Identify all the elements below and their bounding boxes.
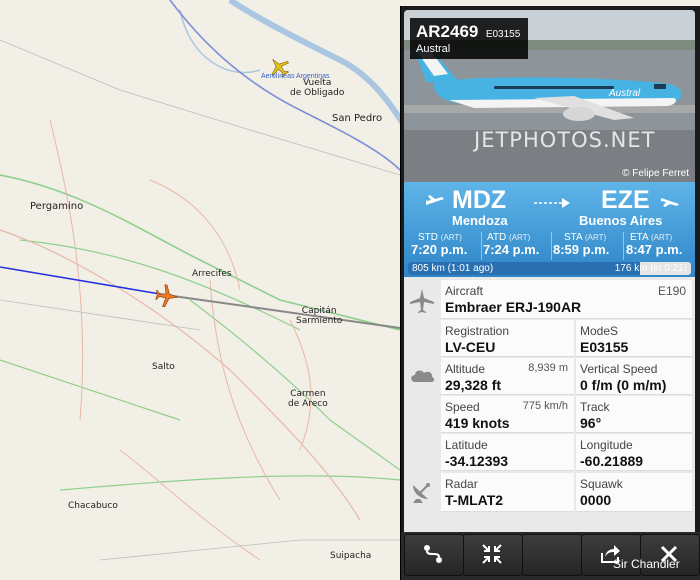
city-san-pedro: San Pedro bbox=[332, 113, 383, 124]
cloud-icon bbox=[411, 370, 435, 382]
route-header: MDZ Mendoza EZE Buenos Aires STD (ART) 7… bbox=[404, 182, 695, 277]
city-line: de Obligado bbox=[290, 88, 345, 98]
altitude-value: 29,328 ft bbox=[445, 377, 502, 393]
city-capitan-sarmiento: Capitán Sarmiento bbox=[296, 306, 342, 326]
speed-metric: 775 km/h bbox=[522, 400, 568, 412]
user-name: Sir Chandler bbox=[613, 557, 680, 571]
route-button[interactable] bbox=[404, 534, 464, 576]
distance-remaining: 176 km (in 0:21) bbox=[614, 263, 687, 274]
empty-toolbar-button[interactable] bbox=[522, 534, 582, 576]
tracked-aircraft-icon[interactable] bbox=[155, 284, 179, 313]
aircraft-label: Aircraft bbox=[445, 284, 484, 298]
aircraft-code: E190 bbox=[657, 284, 686, 298]
callsign-box: AR2469 E03155 Austral bbox=[410, 18, 529, 59]
city-salto: Salto bbox=[152, 362, 175, 372]
collapse-arrows-icon bbox=[482, 544, 502, 564]
svg-text:Austral: Austral bbox=[608, 88, 641, 99]
radar-label: Radar bbox=[445, 477, 478, 491]
airline-name: Austral bbox=[416, 43, 451, 55]
latitude-value: -34.12393 bbox=[445, 453, 509, 469]
destination-code: EZE bbox=[601, 186, 650, 214]
flight-progress-bar: 805 km (1:01 ago) 176 km (in 0:21) bbox=[408, 262, 691, 275]
speed-value: 419 knots bbox=[445, 415, 510, 431]
track-cell: Track 96° bbox=[576, 396, 692, 433]
altitude-cell: Altitude 8,939 m 29,328 ft bbox=[441, 358, 574, 395]
city-carmen-de-areco: Carmen de Areco bbox=[288, 389, 328, 409]
atd-value: 7:24 p.m. bbox=[483, 242, 540, 257]
speed-cell: Speed 775 km/h 419 knots bbox=[441, 396, 574, 433]
modes-label: ModeS bbox=[580, 324, 619, 338]
sta-value: 8:59 p.m. bbox=[553, 242, 610, 257]
city-line: Carmen bbox=[290, 389, 326, 399]
longitude-value: -60.21889 bbox=[580, 453, 644, 469]
flown-route-line bbox=[0, 266, 167, 296]
registration-cell: Registration LV-CEU bbox=[441, 320, 574, 357]
aircraft-cell: Aircraft E190 Embraer ERJ-190AR bbox=[441, 280, 692, 319]
time-zone: (ART) bbox=[650, 233, 673, 242]
city-suipacha: Suipacha bbox=[330, 551, 372, 561]
squawk-value: 0000 bbox=[580, 492, 612, 508]
time-zone: (ART) bbox=[440, 233, 462, 242]
longitude-label: Longitude bbox=[580, 438, 633, 452]
city-chacabuco: Chacabuco bbox=[68, 501, 118, 511]
vertical-speed-cell: Vertical Speed 0 f/m (0 m/m) bbox=[576, 358, 692, 395]
callsign: AR2469 bbox=[416, 22, 479, 41]
panel-toolbar: Sir Chandler bbox=[401, 532, 700, 580]
departure-plane-icon bbox=[426, 195, 444, 205]
city-vuelta-de-obligado: Vuelta de Obligado bbox=[290, 78, 344, 98]
collapse-button[interactable] bbox=[463, 534, 523, 576]
route-arrow-icon bbox=[534, 198, 570, 208]
time-divider bbox=[623, 232, 624, 260]
time-divider bbox=[481, 232, 482, 260]
std-value: 7:20 p.m. bbox=[411, 242, 468, 257]
city-line: de Areco bbox=[288, 399, 328, 409]
aircraft-value: Embraer ERJ-190AR bbox=[445, 299, 582, 315]
vertical-speed-label: Vertical Speed bbox=[580, 362, 658, 376]
destination-city: Buenos Aires bbox=[579, 213, 663, 228]
registration-label: Registration bbox=[445, 324, 510, 338]
modes-value: E03155 bbox=[580, 339, 629, 355]
time-zone: (ART) bbox=[509, 233, 531, 242]
squawk-label: Squawk bbox=[580, 477, 623, 491]
city-line: Sarmiento bbox=[296, 316, 343, 326]
track-label: Track bbox=[580, 400, 610, 414]
radar-cell: Radar T-MLAT2 bbox=[441, 473, 574, 512]
photo-credit: © Felipe Ferret bbox=[622, 168, 689, 179]
city-line: Vuelta bbox=[303, 78, 332, 88]
hex-code: E03155 bbox=[485, 29, 521, 40]
aircraft-photo[interactable]: Austral AR2469 E03155 Austral JETPHOTOS.… bbox=[404, 10, 695, 182]
aircraft-icon bbox=[410, 289, 434, 313]
time-divider bbox=[551, 232, 552, 260]
modes-cell: ModeS E03155 bbox=[576, 320, 692, 357]
radar-dish-icon bbox=[413, 483, 430, 503]
distance-flown: 805 km (1:01 ago) bbox=[412, 263, 494, 274]
vertical-speed-value: 0 f/m (0 m/m) bbox=[580, 377, 667, 393]
radar-value: T-MLAT2 bbox=[445, 492, 504, 508]
time-zone: (ART) bbox=[584, 233, 607, 242]
arrival-plane-icon bbox=[661, 198, 679, 207]
city-pergamino: Pergamino bbox=[30, 201, 84, 212]
route-icon bbox=[424, 545, 442, 563]
eta-value: 8:47 p.m. bbox=[626, 242, 683, 257]
city-arrecifes: Arrecifes bbox=[192, 269, 232, 279]
squawk-cell: Squawk 0000 bbox=[576, 473, 692, 512]
altitude-metric: 8,939 m bbox=[528, 362, 568, 374]
speed-label: Speed bbox=[445, 400, 480, 414]
photo-watermark: JETPHOTOS.NET bbox=[474, 128, 656, 152]
city-line: Capitán bbox=[301, 306, 337, 316]
flight-details: Aircraft E190 Embraer ERJ-190AR Registra… bbox=[404, 277, 695, 535]
origin-code: MDZ bbox=[452, 186, 507, 214]
track-value: 96° bbox=[580, 415, 602, 431]
registration-value: LV-CEU bbox=[445, 339, 496, 355]
flight-info-panel: Austral AR2469 E03155 Austral JETPHOTOS.… bbox=[400, 6, 700, 580]
longitude-cell: Longitude -60.21889 bbox=[576, 434, 692, 471]
altitude-label: Altitude bbox=[445, 362, 486, 376]
origin-city: Mendoza bbox=[452, 213, 508, 228]
latitude-label: Latitude bbox=[445, 438, 488, 452]
latitude-cell: Latitude -34.12393 bbox=[441, 434, 574, 471]
